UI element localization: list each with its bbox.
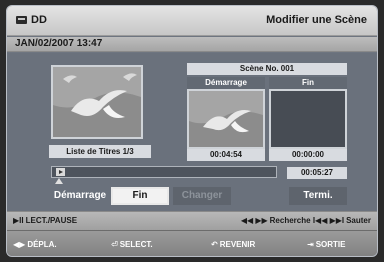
date-bar: JAN/02/2007 13:47: [7, 37, 377, 52]
footer-exit-label: SORTIE: [315, 240, 346, 249]
change-button[interactable]: Changer: [173, 187, 231, 205]
help-right-label: Recherche: [269, 216, 311, 225]
scene-edit-screen: DD Modifier une Scène JAN/02/2007 13:47 …: [6, 5, 378, 257]
footer-move: ◀▶ DÉPLA.: [13, 240, 57, 249]
position-arrow-icon: [55, 178, 63, 184]
device-label: DD: [31, 14, 47, 26]
left-right-icon: ◀▶: [13, 240, 26, 249]
start-button[interactable]: Démarrage: [51, 187, 109, 205]
footer-back-label: REVENIR: [219, 240, 256, 249]
skip-icon: I◀◀ ▶▶I: [312, 216, 345, 225]
enter-icon: ⏎: [111, 240, 118, 249]
return-icon: ↶: [211, 240, 218, 249]
end-column: Fin 00:00:00: [269, 77, 347, 161]
bird-image: [53, 67, 141, 137]
title-preview: [51, 65, 143, 139]
start-thumbnail: [187, 89, 265, 149]
start-column: Démarrage 00:04:54: [187, 77, 265, 161]
end-label: Fin: [269, 77, 347, 89]
main-panel: Liste de Titres 1/3 Scène No. 001 Démarr…: [7, 53, 377, 211]
disc-icon: [16, 16, 27, 24]
screen-title: Modifier une Scène: [266, 14, 367, 26]
help-left-label: LECT./PAUSE: [25, 216, 78, 225]
footer-move-label: DÉPLA.: [27, 240, 57, 249]
scene-number: Scène No. 001: [187, 63, 347, 75]
done-button[interactable]: Termi.: [289, 187, 347, 205]
end-thumbnail: [269, 89, 347, 149]
start-label: Démarrage: [187, 77, 265, 89]
start-time: 00:04:54: [187, 149, 265, 161]
title-list-label: Liste de Titres 1/3: [49, 145, 151, 158]
help-left: ▶II LECT./PAUSE: [13, 216, 77, 225]
end-time: 00:00:00: [269, 149, 347, 161]
progress-bar[interactable]: [51, 166, 277, 178]
exit-icon: ⇥: [307, 240, 314, 249]
help-bar: ▶II LECT./PAUSE ◀◀ ▶▶ Recherche I◀◀ ▶▶I Sau…: [7, 211, 377, 230]
help-right2-label: Sauter: [346, 216, 371, 225]
total-time: 00:05:27: [287, 167, 347, 179]
footer-bar: ◀▶ DÉPLA. ⏎ SELECT. ↶ REVENIR ⇥ SORTIE: [7, 230, 377, 256]
date-time: JAN/02/2007 13:47: [15, 38, 103, 49]
footer-exit: ⇥ SORTIE: [307, 240, 345, 249]
rewind-forward-icon: ◀◀ ▶▶: [240, 216, 268, 225]
bird-image: [189, 91, 263, 147]
footer-select-label: SELECT.: [119, 240, 153, 249]
play-pause-icon: ▶II: [13, 216, 24, 225]
footer-select: ⏎ SELECT.: [111, 240, 153, 249]
fin-button[interactable]: Fin: [111, 187, 169, 205]
play-marker-icon: [56, 168, 65, 176]
help-right: ◀◀ ▶▶ Recherche I◀◀ ▶▶I Sauter: [241, 216, 371, 225]
header-bar: DD Modifier une Scène: [7, 6, 377, 36]
footer-back: ↶ REVENIR: [211, 240, 255, 249]
